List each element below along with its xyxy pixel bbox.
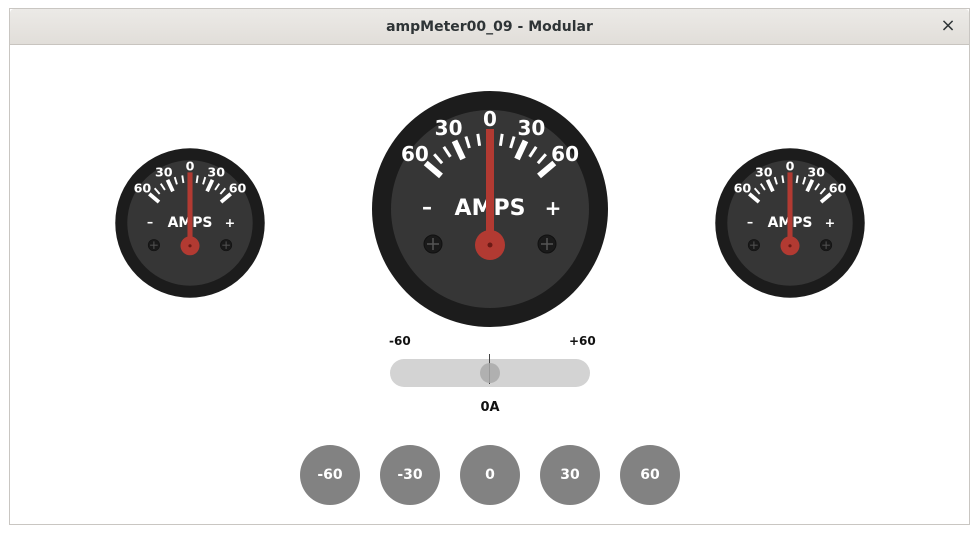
gauge-tick	[795, 175, 799, 184]
gauge-tick-label: 30	[755, 164, 773, 179]
gauge-tick	[781, 175, 785, 184]
gauge-tick-label: 0	[483, 107, 497, 131]
gauge-tick-label: 30	[155, 164, 173, 179]
gauge-tick-label: 60	[134, 181, 152, 196]
current-readout: 0A	[480, 400, 500, 415]
slider-max-label: +60	[569, 334, 596, 348]
gauge-tick-label: 60	[734, 181, 752, 196]
gauge-tick-label: 30	[807, 164, 825, 179]
gauge-tick-label: 60	[829, 181, 847, 196]
gauge-plus-sign: +	[545, 196, 562, 220]
gauge-minus-sign: –	[147, 214, 153, 229]
gauge-tick-label: 30	[207, 164, 225, 179]
close-icon[interactable]: ×	[937, 15, 959, 37]
gauge-hub-pin	[487, 242, 493, 248]
preset-button-minus-30[interactable]: -30	[380, 445, 440, 505]
gauge-minus-sign: –	[747, 214, 753, 229]
window-title: ampMeter00_09 - Modular	[386, 19, 593, 35]
gauge-hub-pin	[188, 244, 192, 248]
gauge-tick-label: 60	[229, 181, 247, 196]
gauge-tick-label: 0	[186, 158, 195, 173]
preset-button-60[interactable]: 60	[620, 445, 680, 505]
preset-buttons: -60 -30 0 30 60	[300, 445, 680, 505]
gauge-tick-label: 30	[517, 116, 545, 140]
preset-button-minus-60[interactable]: -60	[300, 445, 360, 505]
title-bar: ampMeter00_09 - Modular ×	[10, 9, 969, 45]
gauge-tick-label: 60	[401, 142, 429, 166]
gauge-tick-label: 0	[786, 158, 795, 173]
gauge-tick-label: 30	[435, 116, 463, 140]
slider-min-label: -60	[389, 334, 411, 348]
gauge-tick	[181, 175, 185, 184]
slider-knob[interactable]	[480, 363, 500, 383]
gauge-plus-sign: +	[225, 215, 236, 230]
preset-button-0[interactable]: 0	[460, 445, 520, 505]
gauge-minus-sign: –	[422, 195, 432, 219]
preset-button-30[interactable]: 30	[540, 445, 600, 505]
gauge-tick	[195, 175, 199, 184]
right-ammeter-gauge: 603003060–AMPS+	[715, 148, 865, 298]
current-slider[interactable]	[390, 354, 590, 387]
gauge-tick	[498, 133, 504, 147]
gauge-tick	[476, 133, 482, 147]
gauge-tick-label: 60	[551, 142, 579, 166]
left-ammeter-gauge: 603003060–AMPS+	[115, 148, 265, 298]
center-ammeter-gauge: 603003060–AMPS+	[372, 91, 608, 327]
gauge-hub-pin	[788, 244, 792, 248]
gauge-plus-sign: +	[825, 215, 836, 230]
